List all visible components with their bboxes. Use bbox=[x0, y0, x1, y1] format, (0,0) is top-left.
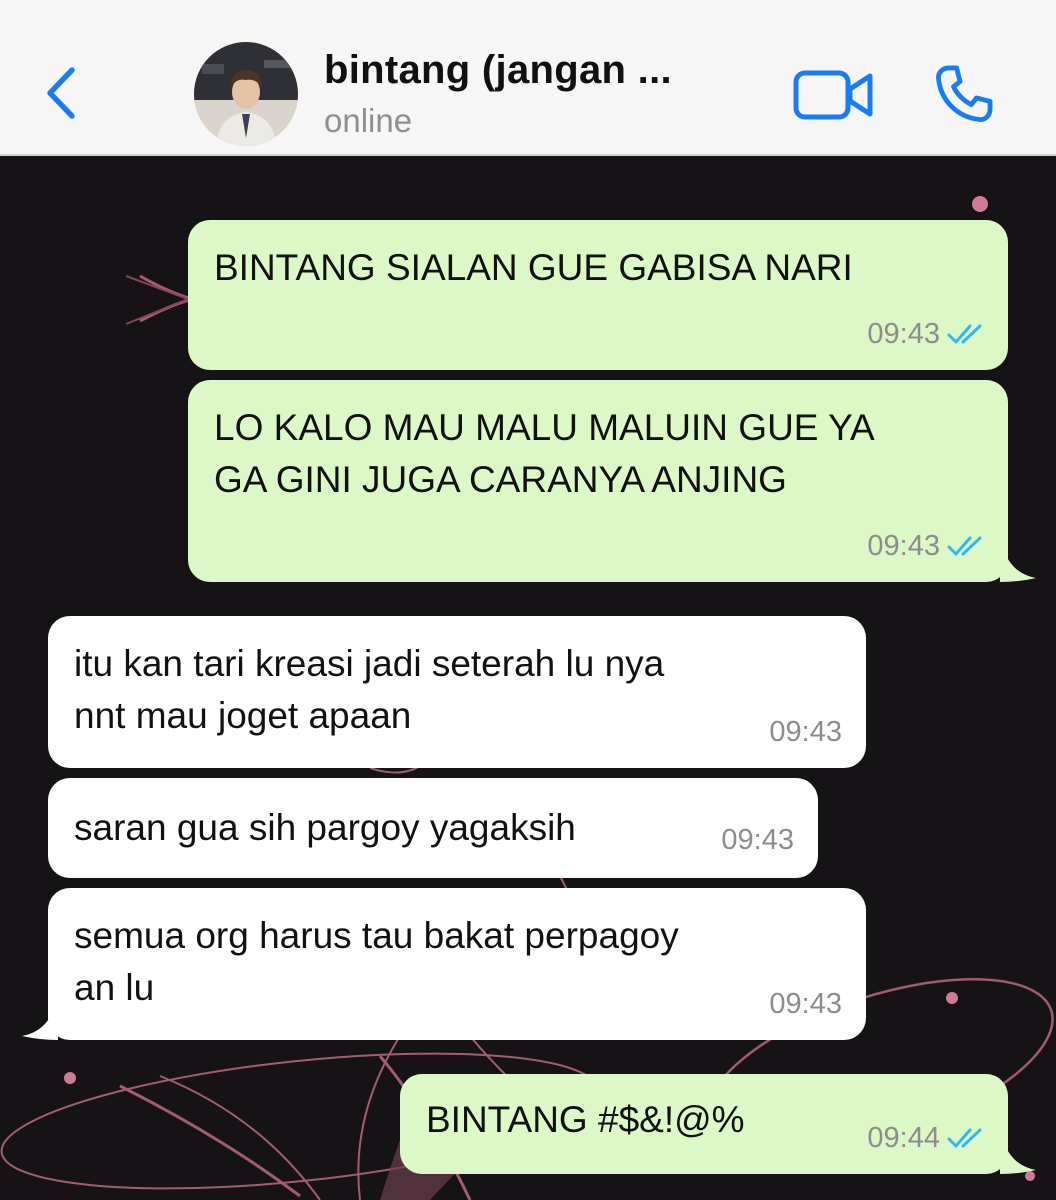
message-bubble-incoming[interactable]: saran gua sih pargoy yagaksih 09:43 bbox=[48, 778, 818, 878]
message-time: 09:43 bbox=[867, 318, 940, 350]
double-check-icon bbox=[947, 324, 982, 344]
message-text: BINTANG SIALAN GUE GABISA NARI bbox=[214, 247, 853, 288]
double-check-icon bbox=[947, 1128, 982, 1148]
message-time: 09:43 bbox=[769, 988, 842, 1020]
bubble-tail bbox=[1000, 1124, 1036, 1174]
message-text: BINTANG #$&!@% bbox=[426, 1099, 745, 1140]
contact-status: online bbox=[324, 102, 413, 139]
message-list[interactable]: BINTANG SIALAN GUE GABISA NARI 09:43 LO … bbox=[0, 156, 1056, 1200]
message-bubble-outgoing[interactable]: LO KALO MAU MALU MALUIN GUE YA GA GINI J… bbox=[188, 380, 1008, 582]
message-text: semua org harus tau bakat perpagoy an lu bbox=[74, 915, 679, 1008]
bubble-tail bbox=[1000, 532, 1036, 582]
bubble-tail bbox=[22, 990, 58, 1040]
avatar[interactable] bbox=[194, 42, 298, 146]
message-time: 09:43 bbox=[721, 824, 794, 856]
message-time: 09:43 bbox=[769, 716, 842, 748]
message-meta: 09:43 bbox=[867, 520, 992, 572]
message-meta: 09:43 bbox=[721, 814, 794, 866]
double-check-icon bbox=[947, 536, 982, 556]
message-bubble-incoming[interactable]: semua org harus tau bakat perpagoy an lu… bbox=[48, 888, 866, 1040]
message-bubble-incoming[interactable]: itu kan tari kreasi jadi seterah lu nya … bbox=[48, 616, 866, 768]
message-text: itu kan tari kreasi jadi seterah lu nya … bbox=[74, 643, 665, 736]
message-text: LO KALO MAU MALU MALUIN GUE YA GA GINI J… bbox=[214, 407, 875, 500]
chevron-left-icon[interactable] bbox=[40, 62, 84, 124]
contact-name[interactable]: bintang (jangan ... bbox=[324, 48, 672, 93]
message-bubble-outgoing[interactable]: BINTANG #$&!@% 09:44 bbox=[400, 1074, 1008, 1174]
avatar-image bbox=[194, 42, 298, 146]
message-meta: 09:43 bbox=[867, 308, 992, 360]
message-meta: 09:43 bbox=[769, 978, 842, 1030]
message-text: saran gua sih pargoy yagaksih bbox=[74, 807, 576, 848]
message-meta: 09:43 bbox=[769, 706, 842, 758]
video-camera-icon[interactable] bbox=[792, 66, 876, 124]
message-time: 09:44 bbox=[867, 1122, 940, 1154]
message-time: 09:43 bbox=[867, 530, 940, 562]
chat-header: bintang (jangan ... online bbox=[0, 0, 1056, 156]
message-bubble-outgoing[interactable]: BINTANG SIALAN GUE GABISA NARI 09:43 bbox=[188, 220, 1008, 370]
message-meta: 09:44 bbox=[867, 1112, 992, 1164]
phone-icon[interactable] bbox=[930, 60, 998, 128]
